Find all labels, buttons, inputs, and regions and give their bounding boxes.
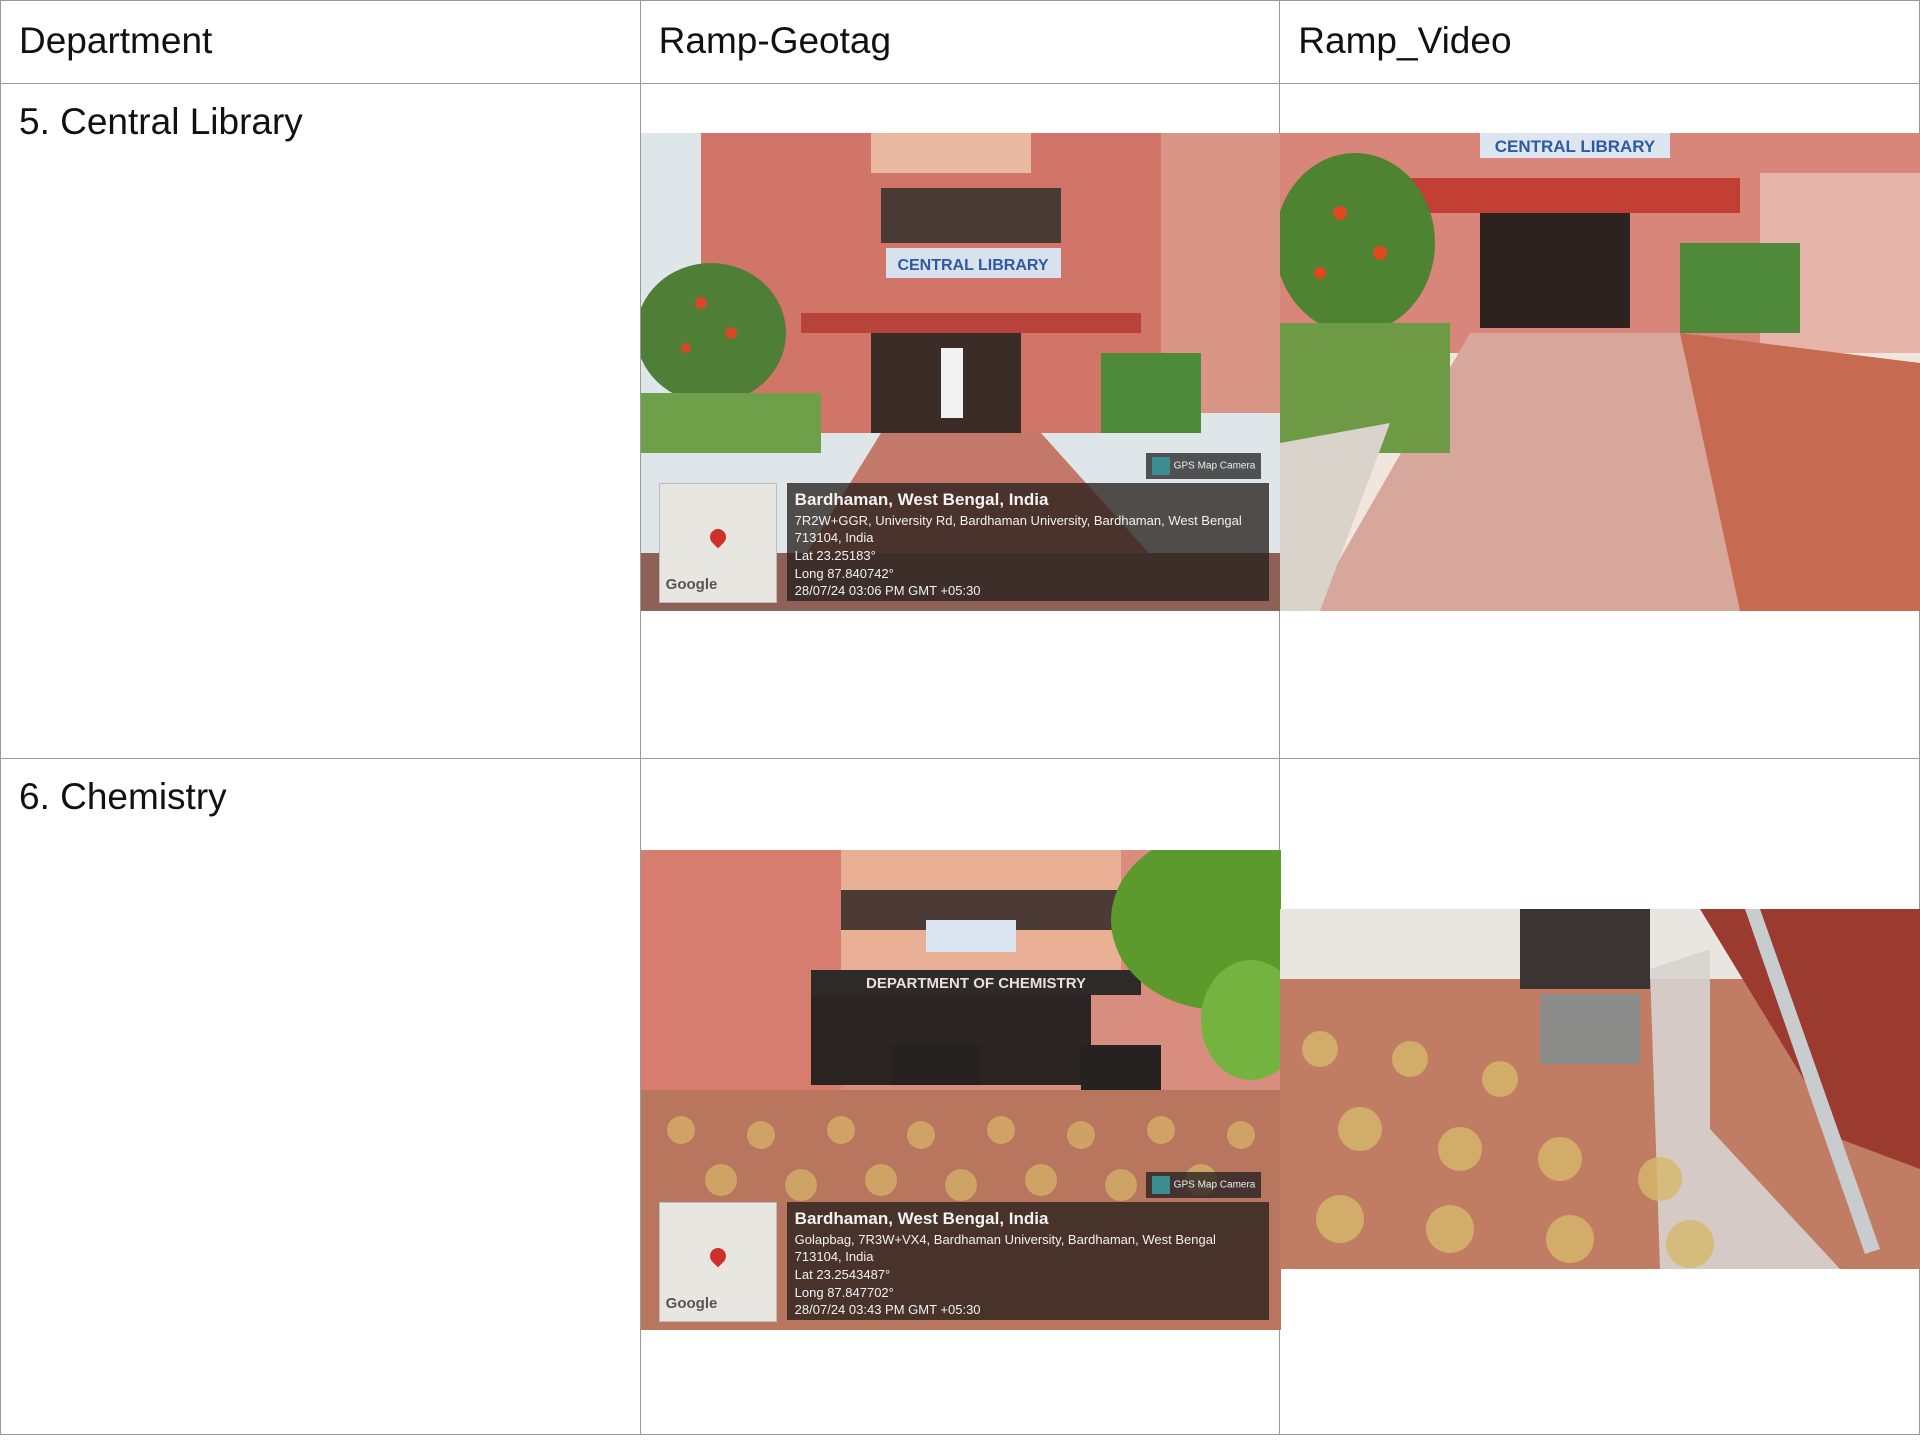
video-cell: CENTRAL LIBRARY [1279, 83, 1920, 759]
geotag-overlay: Bardhaman, West Bengal, India Golapbag, … [786, 1202, 1269, 1320]
geotag-address: 7R2W+GGR, University Rd, Bardhaman Unive… [794, 512, 1242, 546]
geotag-lat: Lat 23.25183° [794, 548, 876, 564]
department-name: 5. Central Library [19, 101, 303, 142]
app-badge: GPS Map Camera [1145, 453, 1262, 479]
geotag-cell: CENTRAL LIBRARY Google GPS Map Camera Ba… [639, 83, 1281, 759]
geotag-photo-chemistry: DEPARTMENT OF CHEMISTRY Google GPS Map C… [640, 850, 1281, 1330]
geotag-place: Bardhaman, West Bengal, India [794, 1209, 1049, 1228]
map-pin-icon [706, 1244, 729, 1268]
header-ramp-geotag: Ramp-Geotag [658, 20, 892, 61]
geotag-cell: DEPARTMENT OF CHEMISTRY Google GPS Map C… [639, 758, 1281, 1435]
table-row: 6. Chemistry DEPARTMENT OF CHEMISTRY Goo… [0, 758, 1920, 1435]
geotag-datetime: 28/07/24 03:06 PM GMT +05:30 [794, 583, 981, 599]
header-ramp-video: Ramp_Video [1298, 20, 1512, 61]
geotag-long: Long 87.840742° [794, 565, 894, 581]
geotag-lat: Lat 23.2543487° [794, 1267, 891, 1283]
map-pin-icon [706, 525, 729, 549]
table-header-row: Department Ramp-Geotag Ramp_Video [0, 0, 1920, 84]
header-cell-department: Department [0, 0, 641, 84]
table-row: 5. Central Library CENTRAL LIBRARY Googl… [0, 83, 1920, 759]
video-photo-chemistry [1280, 909, 1920, 1269]
app-badge: GPS Map Camera [1145, 1172, 1262, 1198]
department-cell: 6. Chemistry [0, 758, 641, 1435]
video-photo-central-library: CENTRAL LIBRARY [1280, 133, 1920, 611]
sign-text: CENTRAL LIBRARY [897, 257, 1048, 274]
geotag-overlay: Bardhaman, West Bengal, India 7R2W+GGR, … [786, 483, 1269, 601]
map-label: Google [665, 1295, 718, 1312]
department-name: 6. Chemistry [19, 776, 227, 817]
map-label: Google [665, 576, 718, 593]
header-cell-geotag: Ramp-Geotag [639, 0, 1281, 84]
map-thumbnail: Google [658, 483, 777, 603]
ramp-table: Department Ramp-Geotag Ramp_Video 5. Cen… [0, 0, 1920, 1435]
geotag-photo-central-library: CENTRAL LIBRARY Google GPS Map Camera Ba… [640, 133, 1281, 611]
header-cell-video: Ramp_Video [1279, 0, 1920, 84]
header-department: Department [19, 20, 213, 61]
department-cell: 5. Central Library [0, 83, 641, 759]
geotag-address: Golapbag, 7R3W+VX4, Bardhaman University… [794, 1231, 1216, 1265]
geotag-datetime: 28/07/24 03:43 PM GMT +05:30 [794, 1302, 981, 1318]
geotag-long: Long 87.847702° [794, 1284, 894, 1300]
sign-text: DEPARTMENT OF CHEMISTRY [866, 975, 1086, 992]
geotag-place: Bardhaman, West Bengal, India [794, 490, 1049, 509]
video-cell [1279, 758, 1920, 1435]
map-thumbnail: Google [658, 1202, 777, 1322]
video-sign-text: CENTRAL LIBRARY [1495, 137, 1656, 156]
